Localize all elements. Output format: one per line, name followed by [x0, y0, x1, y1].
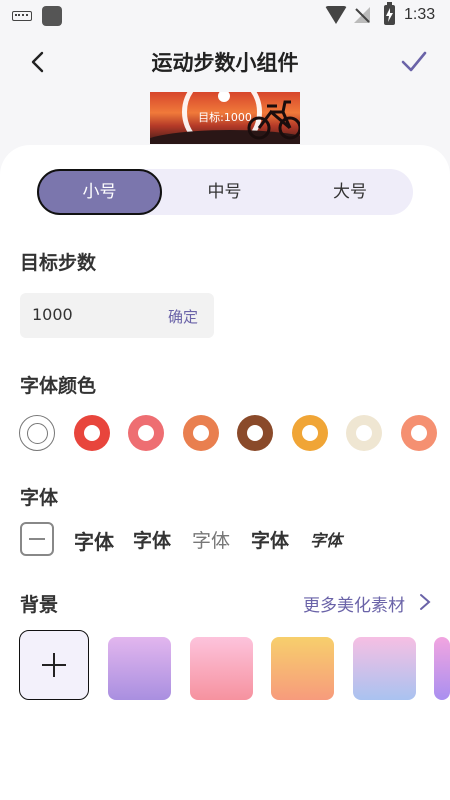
settings-sheet: [0, 145, 450, 800]
background-tile-violet[interactable]: [434, 637, 450, 700]
status-time: 1:33: [404, 6, 436, 23]
color-swatch-amber[interactable]: [291, 415, 328, 451]
background-label: 背景: [20, 594, 59, 616]
status-bar: 1:33: [0, 0, 450, 32]
battery-icon: [384, 2, 395, 25]
target-steps-label: 目标步数: [20, 252, 97, 274]
color-swatch-cream[interactable]: [346, 415, 382, 451]
keyboard-icon: [12, 11, 32, 21]
font-none-button[interactable]: [20, 522, 54, 556]
charging-bolt-icon: [386, 8, 393, 22]
font-option-light[interactable]: 字体: [192, 526, 230, 553]
color-swatch-brown[interactable]: [237, 415, 273, 451]
preview-goal-text: 目标:1000: [198, 111, 252, 124]
font-option-bold[interactable]: 字体: [133, 526, 171, 553]
target-steps-value[interactable]: 1000: [32, 305, 73, 324]
color-swatch-pink[interactable]: [128, 415, 164, 451]
color-swatch-salmon[interactable]: [400, 415, 437, 451]
tab-medium[interactable]: 中号: [162, 169, 287, 215]
color-swatch-orange[interactable]: [182, 415, 219, 451]
page-title: 运动步数小组件: [151, 51, 299, 75]
tab-small[interactable]: 小号: [37, 169, 162, 215]
color-swatch-none[interactable]: [19, 415, 55, 451]
color-swatch-red[interactable]: [73, 415, 110, 451]
confirm-steps-button[interactable]: 确定: [168, 306, 198, 327]
wifi-icon: [325, 6, 347, 24]
confirm-check-icon[interactable]: [400, 49, 428, 75]
font-option-brush[interactable]: 字体: [310, 527, 342, 551]
size-segmented-control: 小号 中号 大号: [37, 169, 413, 215]
font-option-rounded[interactable]: 字体: [251, 526, 289, 553]
signal-off-icon: [354, 7, 370, 23]
font-option-heavy[interactable]: 字体: [74, 526, 114, 555]
background-tile-pink[interactable]: [189, 637, 253, 700]
background-tile-peach[interactable]: [271, 637, 334, 700]
background-tile-rainbow[interactable]: [352, 637, 416, 700]
chevron-right-icon[interactable]: [418, 593, 432, 611]
font-label: 字体: [20, 487, 59, 509]
target-steps-input[interactable]: 1000 确定: [20, 293, 214, 338]
add-background-button[interactable]: [19, 630, 89, 700]
font-color-label: 字体颜色: [20, 375, 97, 397]
background-tile-lavender[interactable]: [108, 637, 171, 700]
tab-large[interactable]: 大号: [287, 169, 413, 215]
more-materials-link[interactable]: 更多美化素材: [303, 591, 405, 616]
widget-preview: 目标:1000: [150, 92, 300, 144]
app-notification-icon: [42, 6, 62, 26]
